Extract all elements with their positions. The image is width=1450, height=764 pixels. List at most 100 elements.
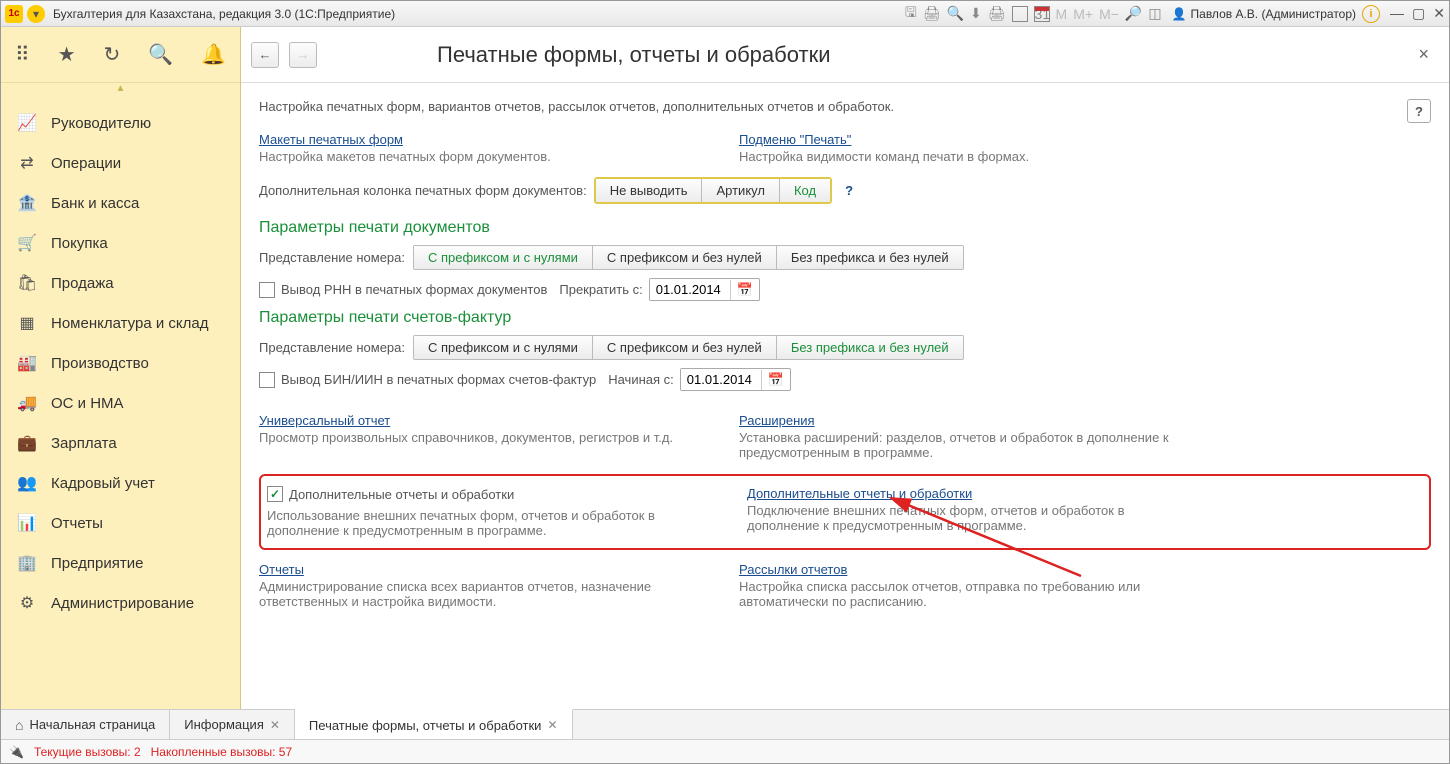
connection-icon: 🔌 — [9, 745, 24, 759]
extra-column-opt-none[interactable]: Не выводить — [596, 179, 703, 202]
number-repr-seg-2: С префиксом и с нулями С префиксом и без… — [413, 335, 964, 360]
m-icon[interactable]: M — [1056, 6, 1068, 22]
minimize-button[interactable]: — — [1390, 5, 1404, 22]
sidebar-item-4[interactable]: 🛍 Продажа — [1, 263, 240, 303]
extra-column-help[interactable]: ? — [845, 183, 853, 198]
link-additional-reports[interactable]: Дополнительные отчеты и обработки — [747, 486, 972, 501]
extra-column-segmented: Не выводить Артикул Код — [595, 178, 831, 203]
help-button[interactable]: ? — [1407, 99, 1431, 123]
date-start-input[interactable] — [681, 369, 761, 390]
date-stop-input-wrap: 📅 — [649, 278, 760, 301]
repr2-opt-1[interactable]: С префиксом и без нулей — [593, 336, 777, 359]
repr1-opt-0[interactable]: С префиксом и с нулями — [414, 246, 593, 269]
sidebar-item-0[interactable]: 📈Руководителю — [1, 103, 240, 143]
extra-column-opt-article[interactable]: Артикул — [702, 179, 779, 202]
checkbox-additional-reports-label: Дополнительные отчеты и обработки — [289, 487, 514, 502]
sidebar-item-label: Номенклатура и склад — [51, 315, 208, 332]
extra-column-opt-code[interactable]: Код — [780, 179, 830, 202]
date-stop-input[interactable] — [650, 279, 730, 300]
tab-close-icon[interactable]: ✕ — [547, 718, 557, 732]
checkbox-additional-reports[interactable] — [267, 486, 283, 502]
m-minus-icon[interactable]: M− — [1099, 6, 1119, 22]
repr2-opt-0[interactable]: С префиксом и с нулями — [414, 336, 593, 359]
link-report-mailings[interactable]: Рассылки отчетов — [739, 562, 847, 577]
close-button[interactable]: ✕ — [1433, 5, 1445, 22]
nav-back-button[interactable]: ← — [251, 42, 279, 68]
sidebar-item-icon: 📈 — [17, 113, 37, 133]
tab-close-icon[interactable]: ✕ — [270, 718, 280, 732]
user-icon: 👤 — [1172, 7, 1187, 21]
user-block[interactable]: 👤 Павлов А.В. (Администратор) — [1172, 7, 1356, 21]
sidebar-item-label: ОС и НМА — [51, 395, 124, 412]
sidebar-top-toolbar: ⠿ ★ ↻ 🔍 🔔 — [1, 27, 240, 83]
sidebar-item-5[interactable]: ▦ Номенклатура и склад — [1, 303, 240, 343]
desc-report-mailings: Настройка списка рассылок отчетов, отпра… — [739, 579, 1179, 609]
preview-icon[interactable]: 🔍 — [947, 5, 964, 22]
start-from-label: Начиная с: — [608, 372, 674, 387]
sidebar-item-icon: 🚚 — [17, 393, 37, 413]
calendar-picker-icon-2[interactable]: 📅 — [761, 370, 790, 390]
panels-icon[interactable]: ◫ — [1148, 5, 1161, 22]
desc-reports: Администрирование списка всех вариантов … — [259, 579, 699, 609]
zoom-icon[interactable]: 🔎 — [1125, 5, 1142, 22]
sidebar-item-label: Администрирование — [51, 595, 194, 612]
sidebar-item-icon: 👥 — [17, 473, 37, 493]
print-icon[interactable]: 🖨 — [923, 5, 941, 22]
export-icon[interactable]: ⬇ — [970, 5, 982, 22]
sidebar-item-icon: ▦ — [17, 313, 37, 333]
content-area: ← → Печатные формы, отчеты и обработки ×… — [241, 27, 1449, 709]
repr1-opt-2[interactable]: Без префикса и без нулей — [777, 246, 963, 269]
calendar-picker-icon[interactable]: 📅 — [730, 280, 759, 300]
page-description: Настройка печатных форм, вариантов отчет… — [259, 99, 1407, 114]
sidebar-item-icon: 📊 — [17, 513, 37, 533]
link-reports[interactable]: Отчеты — [259, 562, 304, 577]
sidebar-item-7[interactable]: 🚚 ОС и НМА — [1, 383, 240, 423]
checkbox-bin[interactable] — [259, 372, 275, 388]
sidebar-item-2[interactable]: 🏦Банк и касса — [1, 183, 240, 223]
apps-icon[interactable]: ⠿ — [15, 42, 30, 67]
favorites-icon[interactable]: ★ — [58, 42, 76, 67]
calendar-icon[interactable]: 31 — [1034, 6, 1050, 22]
window-title: Бухгалтерия для Казахстана, редакция 3.0… — [53, 7, 395, 21]
checkbox-rnn[interactable] — [259, 282, 275, 298]
repr2-opt-2[interactable]: Без префикса и без нулей — [777, 336, 963, 359]
info-icon[interactable]: i — [1362, 5, 1380, 23]
number-repr-label-1: Представление номера: — [259, 250, 405, 265]
page-close-button[interactable]: × — [1418, 44, 1429, 65]
print2-icon[interactable]: 🖨 — [988, 5, 1006, 22]
link-print-templates[interactable]: Макеты печатных форм — [259, 132, 403, 147]
titlebar-tools: 🖫 🖨 🔍 ⬇ 🖨 31 M M+ M− 🔎 ◫ — [905, 2, 1162, 26]
sidebar: ⠿ ★ ↻ 🔍 🔔 ▲ 📈Руководителю⇄Операции🏦Банк … — [1, 27, 241, 709]
maximize-button[interactable]: ▢ — [1412, 5, 1425, 22]
history-icon[interactable]: ↻ — [103, 42, 120, 67]
repr1-opt-1[interactable]: С префиксом и без нулей — [593, 246, 777, 269]
sidebar-item-label: Продажа — [51, 275, 114, 292]
sidebar-item-3[interactable]: 🛒Покупка — [1, 223, 240, 263]
link-extensions[interactable]: Расширения — [739, 413, 815, 428]
sidebar-item-10[interactable]: 📊Отчеты — [1, 503, 240, 543]
sidebar-item-6[interactable]: 🏭Производство — [1, 343, 240, 383]
bottom-tab-1[interactable]: Информация✕ — [170, 710, 295, 739]
sidebar-item-1[interactable]: ⇄Операции — [1, 143, 240, 183]
m-plus-icon[interactable]: M+ — [1073, 6, 1093, 22]
highlighted-section: Дополнительные отчеты и обработки Исполь… — [259, 474, 1431, 550]
sidebar-item-12[interactable]: ⚙Администрирование — [1, 583, 240, 623]
sidebar-item-9[interactable]: 👥Кадровый учет — [1, 463, 240, 503]
search-icon[interactable]: 🔍 — [148, 42, 173, 67]
link-universal-report[interactable]: Универсальный отчет — [259, 413, 390, 428]
nav-forward-button[interactable]: → — [289, 42, 317, 68]
sidebar-item-icon: 🛍 — [17, 273, 37, 293]
bottom-tab-2[interactable]: Печатные формы, отчеты и обработки✕ — [295, 709, 573, 739]
grid-icon[interactable] — [1012, 6, 1028, 22]
section-print-docs: Параметры печати документов — [259, 219, 1431, 237]
save-icon[interactable]: 🖫 — [905, 2, 917, 26]
sidebar-item-8[interactable]: 💼Зарплата — [1, 423, 240, 463]
bottom-tab-0[interactable]: ⌂Начальная страница — [1, 710, 170, 739]
notifications-icon[interactable]: 🔔 — [201, 42, 226, 67]
desc-additional-reports-right: Подключение внешних печатных форм, отчет… — [747, 503, 1187, 533]
app-menu-button[interactable]: ▾ — [27, 5, 45, 23]
sidebar-item-11[interactable]: 🏢Предприятие — [1, 543, 240, 583]
statusbar: 🔌 Текущие вызовы: 2 Накопленные вызовы: … — [1, 739, 1449, 763]
sidebar-collapse-icon[interactable]: ▲ — [1, 83, 240, 97]
link-print-submenu[interactable]: Подменю "Печать" — [739, 132, 851, 147]
